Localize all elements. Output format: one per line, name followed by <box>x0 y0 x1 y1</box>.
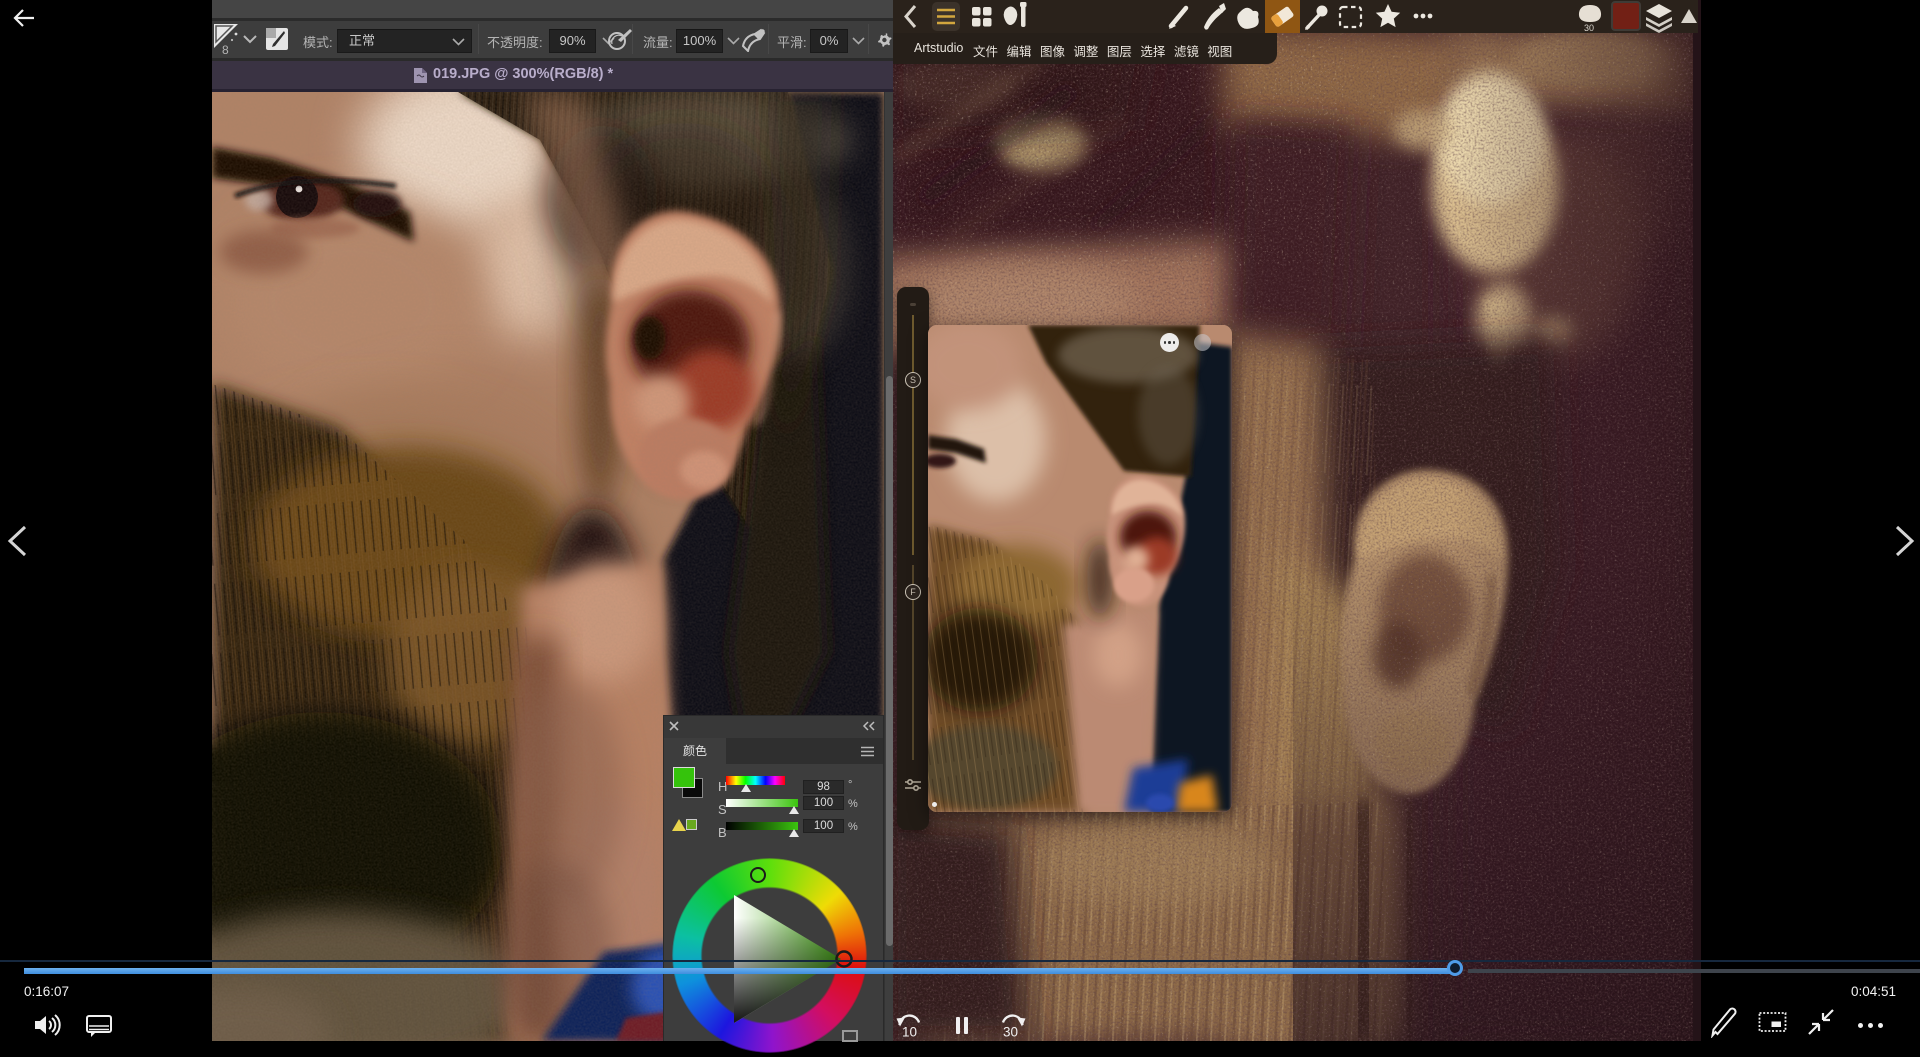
svg-text:30: 30 <box>1003 1025 1018 1040</box>
svg-text:10: 10 <box>902 1025 917 1040</box>
svg-text:30: 30 <box>1584 23 1594 33</box>
